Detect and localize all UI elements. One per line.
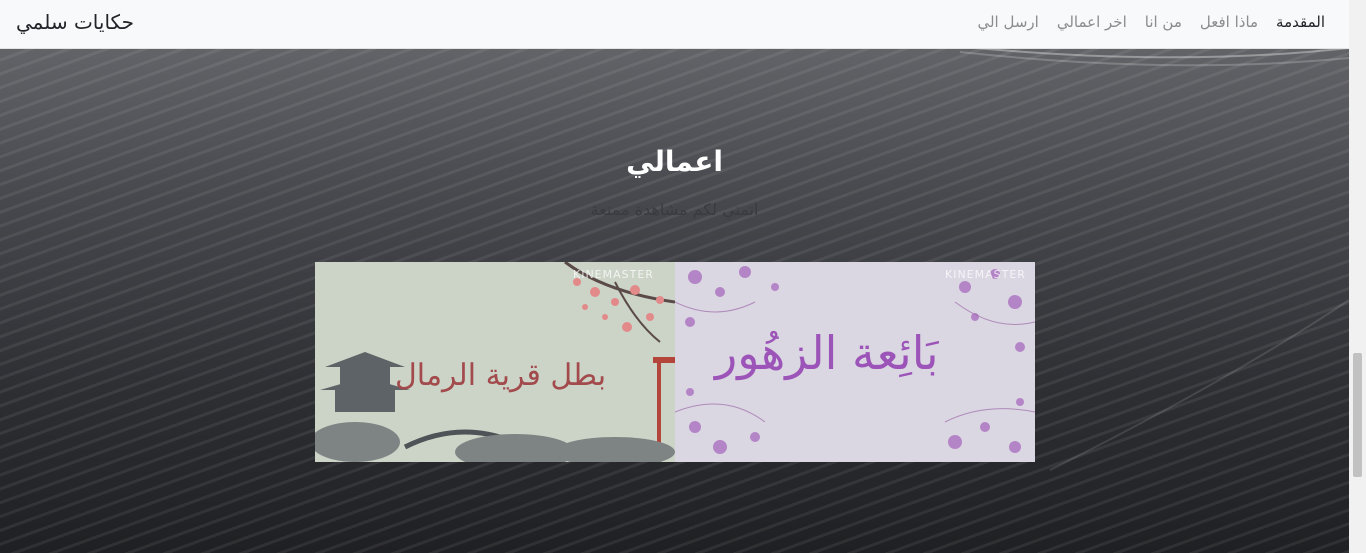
nav-link-contact[interactable]: ارسل الي <box>977 13 1038 31</box>
watermark: KINEMASTER <box>573 268 654 281</box>
nav-links: المقدمة ماذا افعل من انا اخر اعمالي ارسل… <box>977 13 1325 31</box>
section-title: اعمالي <box>626 145 723 178</box>
page: المقدمة ماذا افعل من انا اخر اعمالي ارسل… <box>0 0 1349 553</box>
card-title: بطل قرية الرمال <box>395 358 607 393</box>
nav-link-about[interactable]: من انا <box>1145 13 1182 31</box>
section-subtitle: اتمني لكم مشاهدة ممتعة <box>590 200 759 219</box>
portfolio-card-sand-village[interactable]: KINEMASTER بطل قرية الرمال <box>315 262 675 462</box>
nav-link-latest-work[interactable]: اخر اعمالي <box>1057 13 1127 31</box>
navbar: المقدمة ماذا افعل من انا اخر اعمالي ارسل… <box>0 0 1349 49</box>
scroll-thumb[interactable] <box>1353 353 1362 477</box>
nav-link-what-i-do[interactable]: ماذا افعل <box>1200 13 1258 31</box>
nav-link-intro[interactable]: المقدمة <box>1276 13 1325 31</box>
brand-logo[interactable]: حكايات سلمي <box>16 10 134 34</box>
card-title: بَائِعة الزهُور <box>715 326 939 380</box>
watermark: KINEMASTER <box>945 268 1026 281</box>
scrollbar[interactable] <box>1349 0 1366 553</box>
portfolio-card-flower-seller[interactable]: KINEMASTER بَائِعة الزهُور <box>675 262 1035 462</box>
